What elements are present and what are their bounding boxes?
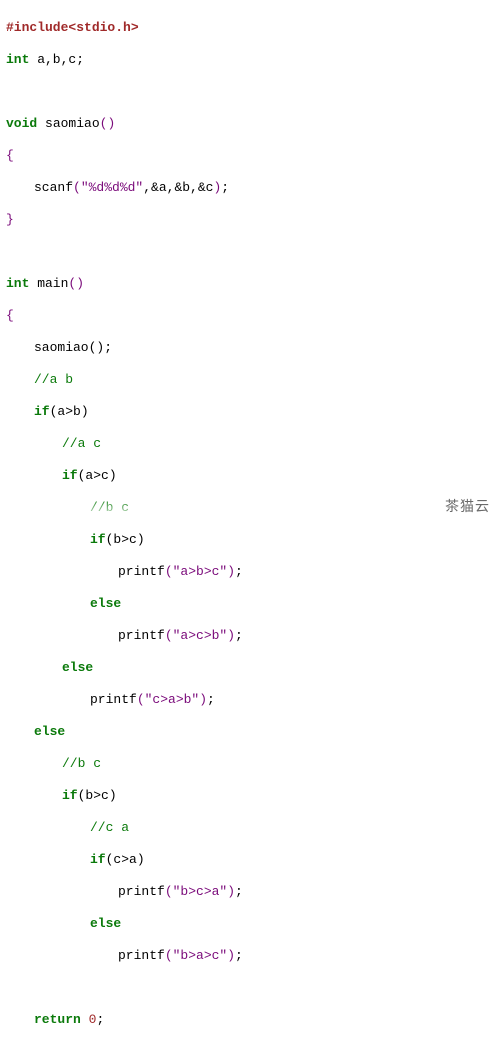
call-name: printf: [118, 628, 165, 643]
semicolon: ;: [207, 692, 215, 707]
condition: (b>c): [78, 788, 117, 803]
paren-open: (: [137, 692, 145, 707]
string-literal: "b>c>a": [173, 884, 228, 899]
code-line: else: [6, 660, 494, 676]
string-literal: "c>a>b": [145, 692, 200, 707]
paren-close: ): [227, 628, 235, 643]
paren-open: (: [165, 628, 173, 643]
paren-close: ): [227, 948, 235, 963]
keyword-else: else: [34, 724, 65, 739]
string-literal: "a>b>c": [173, 564, 228, 579]
watermark-text: 茶猫云: [445, 498, 490, 514]
call-name: scanf: [34, 180, 73, 195]
code-line: //a c: [6, 436, 494, 452]
paren-close: ): [227, 884, 235, 899]
code-line: if(a>b): [6, 404, 494, 420]
call: saomiao();: [34, 340, 112, 355]
semicolon: ;: [96, 1012, 104, 1027]
keyword-else: else: [62, 660, 93, 675]
keyword-if: if: [62, 468, 78, 483]
blank-line: [6, 84, 494, 100]
code-line: return 0;: [6, 1012, 494, 1028]
include-target: <stdio.h>: [68, 20, 138, 35]
call-name: printf: [118, 564, 165, 579]
func-name: main: [29, 276, 68, 291]
condition: (c>a): [106, 852, 145, 867]
comment: //b c: [62, 756, 101, 771]
brace-open: {: [6, 148, 14, 163]
call-name: printf: [118, 884, 165, 899]
func-name: saomiao: [37, 116, 99, 131]
code-block: #include<stdio.h> int a,b,c; void saomia…: [0, 0, 500, 1040]
code-line: int a,b,c;: [6, 52, 494, 68]
keyword-return: return: [34, 1012, 81, 1027]
code-line: scanf("%d%d%d",&a,&b,&c);: [6, 180, 494, 196]
code-line: #include<stdio.h>: [6, 20, 494, 36]
keyword-void: void: [6, 116, 37, 131]
semicolon: ;: [221, 180, 229, 195]
semicolon: ;: [235, 628, 243, 643]
string-literal: "%d%d%d": [81, 180, 143, 195]
blank-line: [6, 980, 494, 996]
paren-close: ): [107, 116, 115, 131]
code-line: //c a: [6, 820, 494, 836]
declaration: a,b,c;: [29, 52, 84, 67]
code-line: printf("c>a>b");: [6, 692, 494, 708]
paren-open: (: [165, 564, 173, 579]
code-line: if(a>c): [6, 468, 494, 484]
keyword-int: int: [6, 52, 29, 67]
keyword-else: else: [90, 916, 121, 931]
code-line: printf("b>a>c");: [6, 948, 494, 964]
call-name: printf: [118, 948, 165, 963]
comment: //c a: [90, 820, 129, 835]
keyword-if: if: [62, 788, 78, 803]
paren-open: (: [165, 884, 173, 899]
paren-close: ): [76, 276, 84, 291]
paren-close: ): [227, 564, 235, 579]
keyword-if: if: [90, 852, 106, 867]
semicolon: ;: [235, 884, 243, 899]
code-line: if(b>c): [6, 788, 494, 804]
code-line: {: [6, 308, 494, 324]
string-literal: "a>c>b": [173, 628, 228, 643]
brace-close: }: [6, 212, 14, 227]
keyword-if: if: [34, 404, 50, 419]
fade-overlay: [0, 498, 500, 520]
keyword-else: else: [90, 596, 121, 611]
code-line: saomiao();: [6, 340, 494, 356]
string-literal: "b>a>c": [173, 948, 228, 963]
preprocessor: #include: [6, 20, 68, 35]
condition: (a>b): [50, 404, 89, 419]
code-line: {: [6, 148, 494, 164]
paren-open: (: [165, 948, 173, 963]
blank-line: [6, 244, 494, 260]
code-line: void saomiao(): [6, 116, 494, 132]
code-line: if(c>a): [6, 852, 494, 868]
code-line: else: [6, 724, 494, 740]
condition: (b>c): [106, 532, 145, 547]
keyword-int: int: [6, 276, 29, 291]
comment: //a b: [34, 372, 73, 387]
code-line: //b c: [6, 756, 494, 772]
paren-close: ): [199, 692, 207, 707]
semicolon: ;: [235, 564, 243, 579]
brace-open: {: [6, 308, 14, 323]
code-line: else: [6, 916, 494, 932]
semicolon: ;: [235, 948, 243, 963]
number-literal: 0: [89, 1012, 97, 1027]
comment: //a c: [62, 436, 101, 451]
code-line: printf("a>b>c");: [6, 564, 494, 580]
code-line: if(b>c): [6, 532, 494, 548]
keyword-if: if: [90, 532, 106, 547]
code-line: //a b: [6, 372, 494, 388]
code-line: int main(): [6, 276, 494, 292]
code-line: printf("a>c>b");: [6, 628, 494, 644]
paren-open: (: [73, 180, 81, 195]
code-line: }: [6, 212, 494, 228]
condition: (a>c): [78, 468, 117, 483]
args: ,&a,&b,&c: [143, 180, 213, 195]
code-line: printf("b>c>a");: [6, 884, 494, 900]
code-line: else: [6, 596, 494, 612]
call-name: printf: [90, 692, 137, 707]
